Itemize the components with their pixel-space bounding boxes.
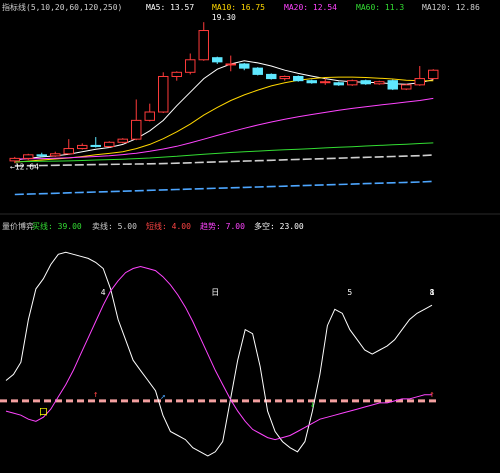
candle-body — [131, 119, 142, 140]
candle-body — [333, 82, 344, 86]
candle-body — [279, 75, 290, 80]
candle-body — [36, 154, 47, 157]
candle-body — [252, 67, 263, 75]
header-label: 指标线(5,10,20,60,120,250) — [2, 2, 122, 12]
signal-marker: ↑ — [93, 390, 98, 400]
signal-marker: ↑ — [429, 390, 434, 400]
signal-marker: ↓ — [310, 400, 315, 410]
header-label: 买线: 39.00 — [32, 221, 82, 231]
candle-body — [360, 80, 371, 85]
candle-body — [293, 75, 304, 82]
candle-body — [387, 80, 398, 90]
header-label: 多空: 23.00 — [254, 221, 304, 231]
header-label: 趋势: 7.00 — [200, 221, 245, 231]
cycle-label: 1 — [430, 288, 435, 297]
high-price-label: 19.30 — [212, 13, 236, 22]
header-label: MA60: 11.3 — [356, 3, 404, 12]
candle-body — [104, 141, 115, 147]
candle-body — [63, 148, 74, 155]
candle-body — [225, 63, 236, 66]
low-price-label: ←12.64 — [10, 162, 39, 171]
header-label: MA120: 12.86 — [422, 3, 480, 12]
candle-body — [198, 30, 209, 61]
candle-body — [320, 81, 331, 84]
candle-body — [347, 80, 358, 86]
candle-body — [401, 84, 412, 90]
candle-body — [117, 138, 128, 143]
cycle-label: 日 — [211, 288, 219, 297]
candle-body — [171, 71, 182, 77]
header-label: MA5: 13.57 — [146, 3, 194, 12]
candle-body — [306, 80, 317, 84]
candle-body — [23, 154, 34, 159]
cycle-label: 5 — [347, 288, 352, 297]
header-label: 短线: 4.00 — [146, 221, 191, 231]
header-label: MA20: 12.54 — [284, 3, 337, 12]
candle-body — [374, 81, 385, 85]
signal-marker: 口 — [39, 408, 48, 418]
candle-body — [77, 144, 88, 150]
candle-body — [50, 153, 61, 157]
candle-body — [212, 57, 223, 63]
signal-marker: ↗ — [160, 392, 165, 402]
stock-chart: 指标线(5,10,20,60,120,250) MA5: 13.57 MA10: 1… — [0, 0, 500, 473]
candle-body — [158, 75, 169, 113]
header-label: 卖线: 5.00 — [92, 221, 137, 231]
candle-body — [266, 73, 277, 80]
header-label: MA10: 16.75 — [212, 3, 265, 12]
candle-body — [185, 59, 196, 73]
candle-body — [9, 157, 20, 162]
header-label: 量价博弈 — [2, 221, 34, 231]
candle-body — [239, 63, 250, 69]
cycle-label: 4 — [101, 288, 106, 297]
candle-body — [90, 144, 101, 147]
candle-body — [428, 69, 439, 80]
chart-background — [0, 0, 500, 473]
candle-body — [414, 78, 425, 86]
candle-body — [144, 111, 155, 121]
